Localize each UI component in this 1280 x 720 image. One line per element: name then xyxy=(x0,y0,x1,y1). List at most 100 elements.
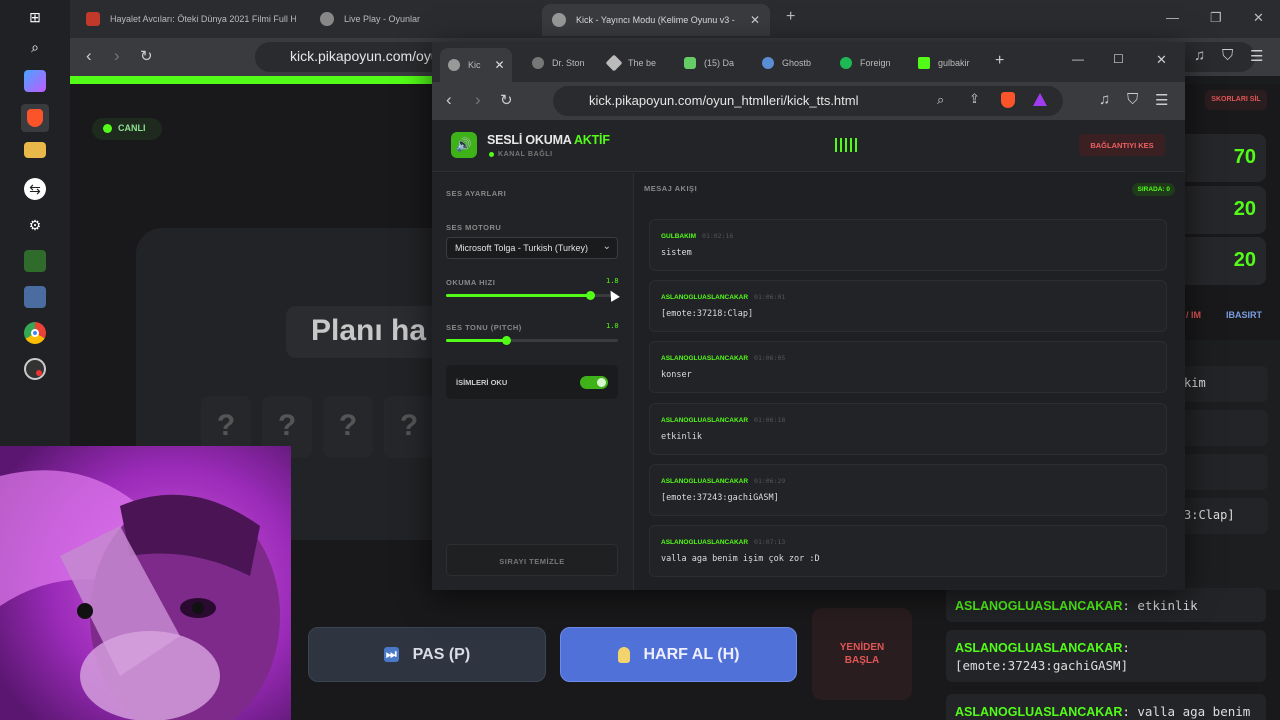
monitor-app-icon[interactable] xyxy=(24,286,46,308)
shield-icon[interactable]: ⛉ xyxy=(1222,47,1233,64)
front-address-bar[interactable]: kick.pikapoyun.com/oyun_htmlleri/kick_tt… xyxy=(553,86,1063,116)
letter-slot: ? xyxy=(384,396,434,458)
forward-icon[interactable]: › xyxy=(475,90,481,110)
kick-accent-strip xyxy=(70,76,435,84)
new-tab-icon[interactable]: + xyxy=(786,8,795,26)
front-tab[interactable]: (15) Da xyxy=(676,50,742,76)
file-explorer-icon[interactable] xyxy=(24,142,46,158)
tab-label: (15) Da xyxy=(704,58,735,68)
outer-tab-movie[interactable]: Hayalet Avcıları: Öteki Dünya 2021 Filmi… xyxy=(76,6,306,32)
score-value: 20 xyxy=(1184,186,1266,234)
slider-knob[interactable] xyxy=(502,336,512,345)
player-tags: / IM IBASIRT xyxy=(1184,302,1266,328)
teamviewer-icon[interactable]: ⇆ xyxy=(24,178,46,200)
message-user: GULBAKIM 01:02:16 xyxy=(661,232,734,240)
front-tabstrip: Kic ✕ Dr. Ston The be (15) Da Ghostb For… xyxy=(432,42,1185,82)
menu-icon[interactable]: ☰ xyxy=(1250,47,1263,65)
pitch-slider[interactable] xyxy=(446,336,618,345)
status-dot-icon xyxy=(489,152,494,157)
front-tab[interactable]: Dr. Ston xyxy=(524,50,593,76)
connection-status: KANAL BAĞLI xyxy=(489,151,553,158)
new-tab-icon[interactable]: + xyxy=(995,52,1004,70)
movie-site-icon xyxy=(86,12,100,26)
reload-icon[interactable]: ↻ xyxy=(140,47,153,65)
message-user: ASLANOGLUASLANCAKAR 01:07:13 xyxy=(661,538,786,546)
tts-message: ASLANOGLUASLANCAKAR 01:06:01 [emote:37218:… xyxy=(649,280,1167,333)
zoom-icon[interactable]: ⌕ xyxy=(937,92,944,108)
minimize-icon[interactable]: — xyxy=(1072,52,1084,66)
read-names-toggle[interactable] xyxy=(580,376,608,389)
share-icon[interactable]: ⇪ xyxy=(969,91,980,107)
webcam-overlay xyxy=(0,446,291,720)
tab-label: Ghostb xyxy=(782,58,812,68)
site-icon xyxy=(605,54,623,72)
windows-start-icon[interactable]: ⊞ xyxy=(24,6,46,28)
chrome-icon[interactable] xyxy=(24,322,46,344)
back-icon[interactable]: ‹ xyxy=(86,46,92,66)
search-icon[interactable]: ⌕ xyxy=(24,36,46,58)
menu-icon[interactable]: ☰ xyxy=(1155,91,1168,109)
restore-icon[interactable]: ❐ xyxy=(1210,10,1222,26)
nvidia-icon[interactable] xyxy=(24,250,46,272)
obs-record-icon[interactable] xyxy=(24,358,46,380)
settings-gear-icon[interactable]: ⚙ xyxy=(24,214,46,236)
close-tab-icon[interactable]: ✕ xyxy=(495,58,505,72)
minimize-icon[interactable]: — xyxy=(1166,10,1179,25)
globe-icon xyxy=(448,59,460,71)
clear-scores-button[interactable]: SKORLARI SİL xyxy=(1205,90,1267,110)
pass-button[interactable]: ⏭ PAS (P) xyxy=(308,627,546,682)
engine-value: Microsoft Tolga - Turkish (Turkey) xyxy=(455,243,589,253)
chat-text: [emote:37243:gachiGASM] xyxy=(955,658,1129,673)
back-icon[interactable]: ‹ xyxy=(446,90,452,110)
copilot-icon[interactable] xyxy=(24,70,46,92)
slider-knob[interactable] xyxy=(586,291,596,300)
slider-fill xyxy=(446,339,507,342)
feed-heading: MESAJ AKIŞI xyxy=(644,184,698,193)
vpn-shield-icon[interactable]: ⛉ xyxy=(1127,91,1138,108)
restart-button[interactable]: YENİDEN BAŞLA xyxy=(812,608,912,700)
voice-engine-select[interactable]: Microsoft Tolga - Turkish (Turkey) ⌄ xyxy=(446,237,618,259)
score-value: 70 xyxy=(1184,134,1266,182)
skip-icon: ⏭ xyxy=(383,647,399,662)
player-tag: / IM xyxy=(1186,310,1201,320)
outer-tab-kick[interactable]: Kick - Yayıncı Modu (Kelime Oyunu v3 - V… xyxy=(542,4,770,36)
media-icon[interactable]: ♫ xyxy=(1194,47,1205,64)
slider-fill xyxy=(446,294,591,297)
disconnect-button[interactable]: BAĞLANTIYI KES xyxy=(1079,134,1165,156)
webcam-feed-image xyxy=(0,446,291,720)
forward-icon[interactable]: › xyxy=(114,46,120,66)
speed-slider[interactable] xyxy=(446,291,618,300)
outer-tab-liveplay[interactable]: Live Play - Oyunlar xyxy=(310,6,535,32)
message-user: ASLANOGLUASLANCAKAR 01:06:05 xyxy=(661,354,786,363)
voice-settings-panel: SES AYARLARI SES MOTORU Microsoft Tolga … xyxy=(432,173,634,590)
message-time: 01:06:18 xyxy=(754,415,786,424)
front-tab[interactable]: Foreign xyxy=(832,50,899,76)
brave-rewards-icon[interactable] xyxy=(1033,93,1047,106)
tts-message: ASLANOGLUASLANCAKAR 01:06:29 [emote:37243:… xyxy=(649,463,1167,516)
front-tab[interactable]: Ghostb xyxy=(754,50,819,76)
site-icon xyxy=(762,57,774,69)
letter-slot: ? xyxy=(323,396,373,458)
clear-queue-button[interactable]: SIRAYI TEMİZLE xyxy=(446,544,618,576)
letter-hint-button[interactable]: HARF AL (H) xyxy=(560,627,797,682)
front-tab[interactable]: gulbakir xyxy=(910,50,978,76)
close-window-icon[interactable]: ✕ xyxy=(1156,52,1167,68)
reload-icon[interactable]: ↻ xyxy=(500,91,513,109)
maximize-icon[interactable]: ☐ xyxy=(1113,52,1124,66)
close-window-icon[interactable]: ✕ xyxy=(1253,10,1264,26)
front-tab[interactable]: The be xyxy=(600,50,664,76)
brave-shields-icon[interactable] xyxy=(1001,92,1015,108)
media-icon[interactable]: ♫ xyxy=(1099,91,1110,108)
chat-message: ASLANOGLUASLANCAKAR: etkinlik xyxy=(946,588,1266,622)
chat-empty-row xyxy=(1184,454,1268,490)
message-time: 01:07:13 xyxy=(754,538,786,546)
close-tab-icon[interactable]: ✕ xyxy=(750,13,760,27)
chat-user: ASLANOGLUASLANCAKAR xyxy=(955,705,1123,719)
front-tab-kick[interactable]: Kic ✕ xyxy=(440,48,512,82)
title-status: AKTİF xyxy=(573,133,610,147)
front-toolbar: ‹ › ↻ kick.pikapoyun.com/oyun_htmlleri/k… xyxy=(432,82,1185,120)
chat-fragment: 3:Clap] xyxy=(1184,498,1268,534)
brave-browser-icon[interactable] xyxy=(21,104,49,132)
tab-label: Kic xyxy=(468,60,481,70)
tts-header: 🔊 SESLİ OKUMA AKTİF KANAL BAĞLI BAĞLANTI… xyxy=(432,120,1185,172)
